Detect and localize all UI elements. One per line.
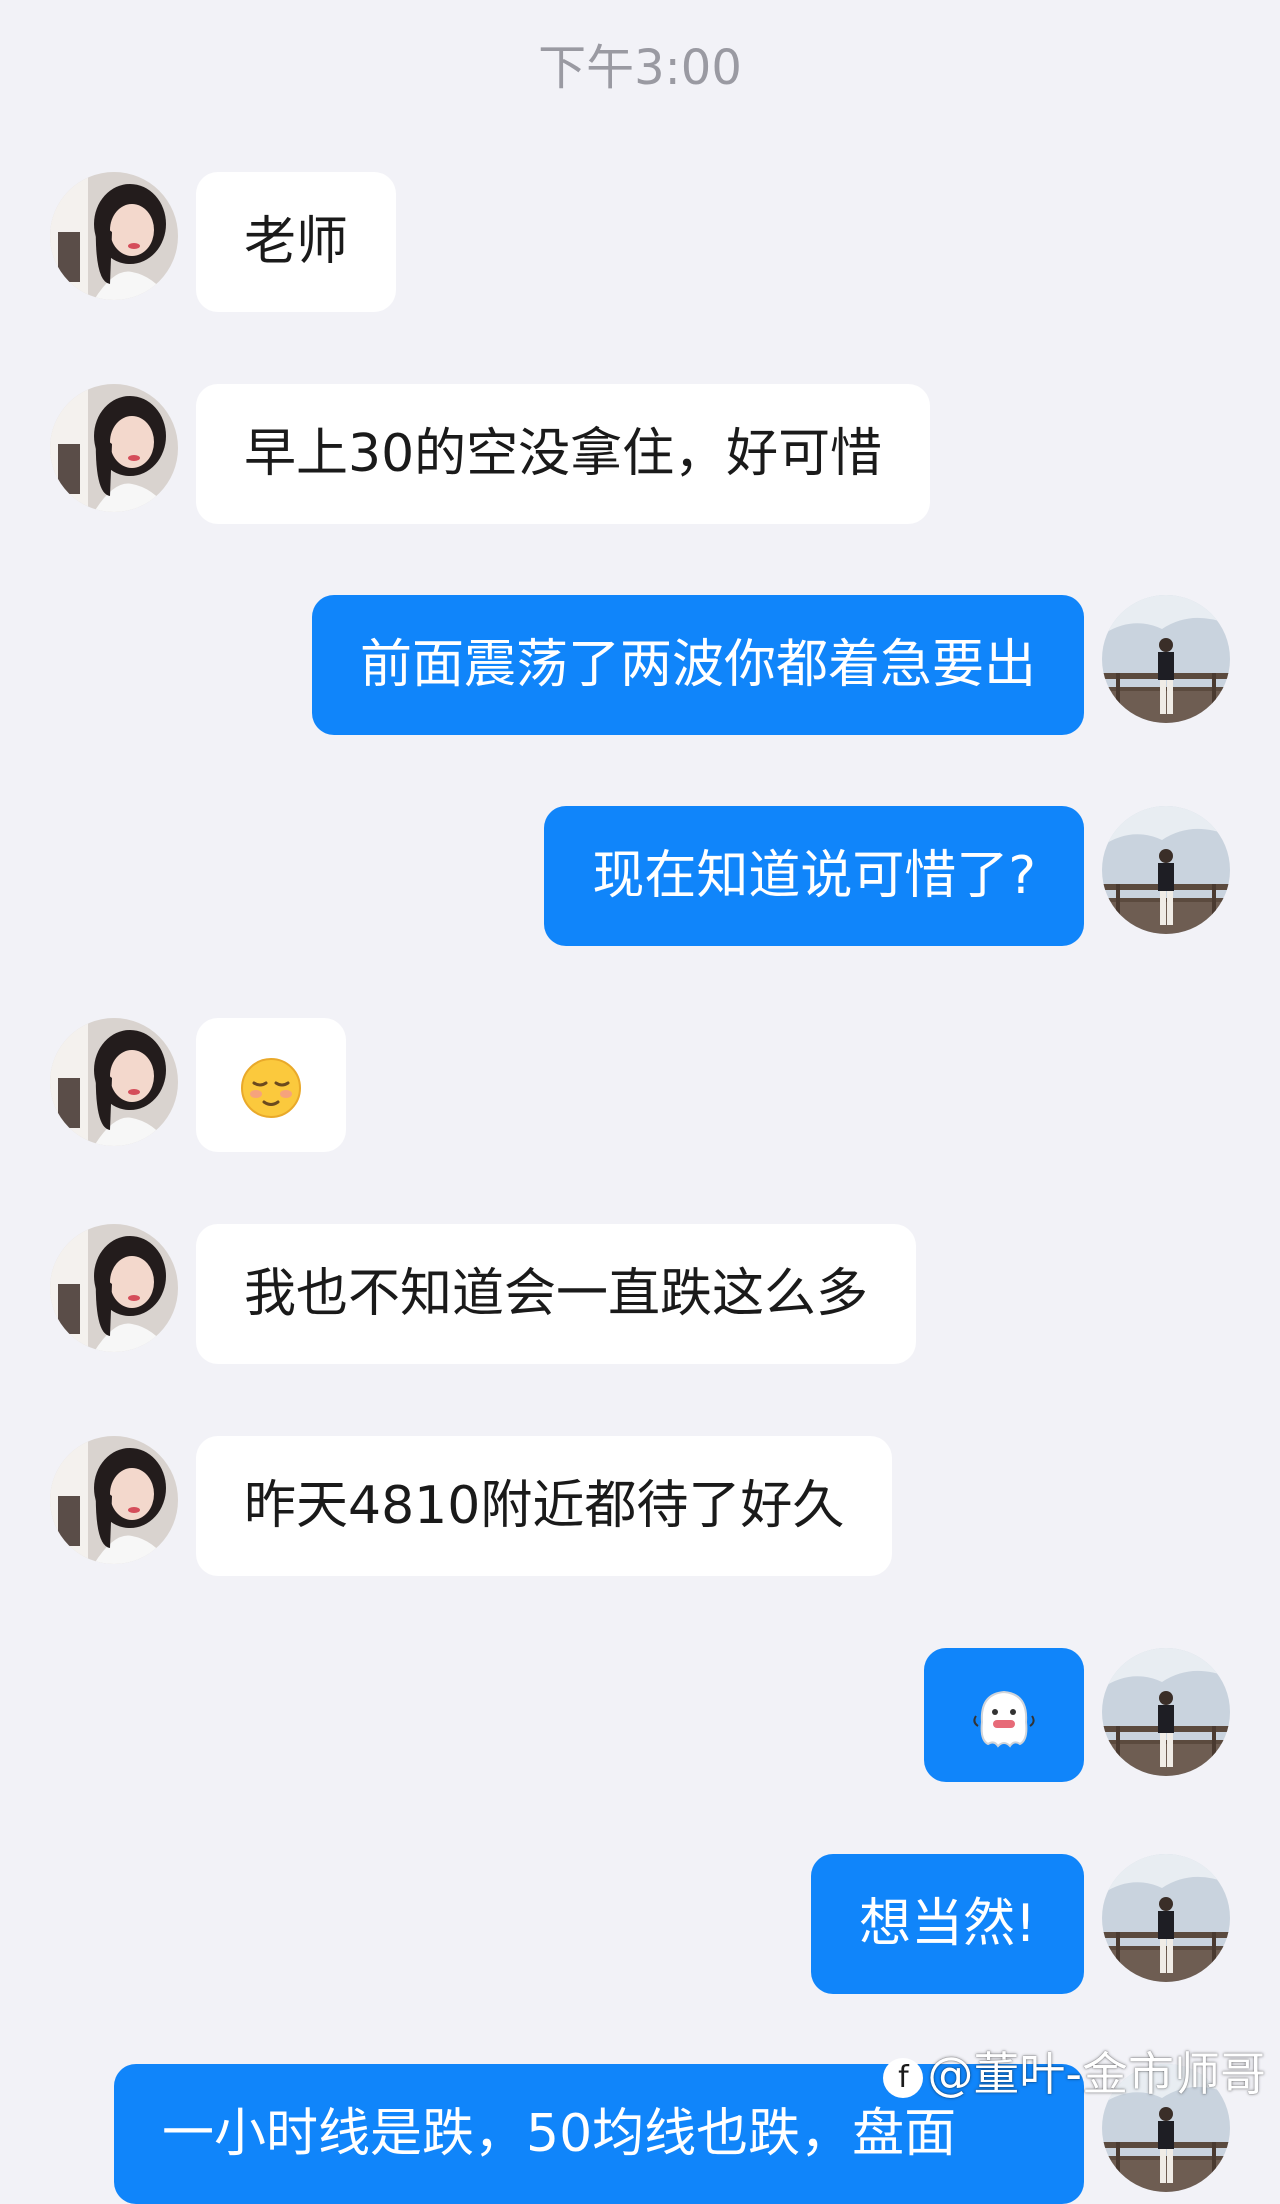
message-bubble-outgoing[interactable]: 现在知道说可惜了?	[544, 806, 1084, 946]
student-avatar[interactable]	[50, 172, 178, 300]
message-bubble-outgoing[interactable]: 前面震荡了两波你都着急要出	[311, 595, 1084, 735]
teacher-avatar[interactable]	[1102, 595, 1230, 723]
ghost-sticker-icon	[973, 1691, 1035, 1748]
message-bubble-incoming[interactable]: 早上30的空没拿住，好可惜	[196, 384, 931, 524]
message-bubble-incoming[interactable]: 我也不知道会一直跌这么多	[196, 1224, 917, 1364]
student-avatar[interactable]	[50, 1018, 178, 1146]
teacher-avatar[interactable]	[1102, 806, 1230, 934]
student-avatar[interactable]	[50, 1224, 178, 1352]
watermark-text: @董叶-金市师哥	[927, 2047, 1266, 2101]
relieved-face-icon	[241, 1058, 301, 1119]
message-bubble-incoming[interactable]: 昨天4810附近都待了好久	[196, 1436, 893, 1576]
student-avatar[interactable]	[50, 384, 178, 512]
watermark: f @董叶-金市师哥	[883, 2046, 1266, 2102]
teacher-avatar[interactable]	[1102, 1648, 1230, 1776]
message-bubble-incoming[interactable]: 老师	[196, 172, 397, 312]
message-bubble-incoming[interactable]	[196, 1018, 346, 1152]
message-bubble-outgoing[interactable]: 想当然!	[811, 1854, 1084, 1994]
student-avatar[interactable]	[50, 1436, 178, 1564]
message-bubble-outgoing[interactable]	[924, 1648, 1084, 1782]
teacher-avatar[interactable]	[1102, 1854, 1230, 1982]
weibo-logo-icon: f	[883, 2057, 924, 2098]
chat-timestamp: 下午3:00	[538, 40, 742, 96]
